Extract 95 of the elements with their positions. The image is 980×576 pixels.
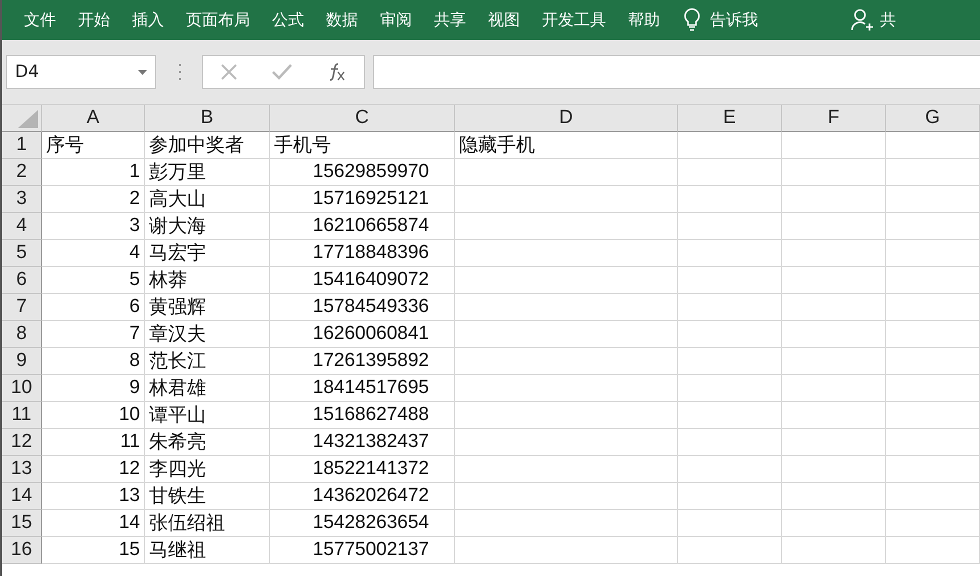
table-cell: 林莽 bbox=[145, 267, 270, 294]
table-cell: 3 bbox=[42, 213, 145, 240]
ribbon-tab[interactable]: 审阅 bbox=[380, 10, 412, 30]
column-header[interactable]: E bbox=[678, 105, 782, 132]
row-header[interactable]: 9 bbox=[2, 348, 42, 375]
ribbon-tab[interactable]: 共享 bbox=[434, 10, 466, 30]
row-header[interactable]: 16 bbox=[2, 537, 42, 564]
table-cell: 17718848396 bbox=[270, 240, 455, 267]
corner-triangle-icon[interactable] bbox=[18, 110, 38, 128]
table-cell: 6 bbox=[42, 294, 145, 321]
select-all-corner[interactable] bbox=[2, 105, 42, 132]
table-cell: 手机号 bbox=[270, 132, 455, 159]
row-header[interactable]: 2 bbox=[2, 159, 42, 186]
table-cell: 15428263654 bbox=[270, 510, 455, 537]
formula-input[interactable] bbox=[373, 55, 980, 89]
table-cell: 15784549336 bbox=[270, 294, 455, 321]
ribbon-tab[interactable]: 页面布局 bbox=[186, 10, 250, 30]
table-cell: 18522141372 bbox=[270, 456, 455, 483]
row-header[interactable]: 5 bbox=[2, 240, 42, 267]
table-cell: 谢大海 bbox=[145, 213, 270, 240]
table-cell: 高大山 bbox=[145, 186, 270, 213]
table-cell: 1 bbox=[42, 159, 145, 186]
table-cell: 甘铁生 bbox=[145, 483, 270, 510]
table-cell: 谭平山 bbox=[145, 402, 270, 429]
table-cell: 隐藏手机 bbox=[455, 132, 678, 159]
column-header[interactable]: A bbox=[42, 105, 145, 132]
table-cell: 13 bbox=[42, 483, 145, 510]
table-cell: 7 bbox=[42, 321, 145, 348]
table-cell: 彭万里 bbox=[145, 159, 270, 186]
dropdown-caret-icon[interactable] bbox=[138, 70, 147, 74]
row-header[interactable]: 8 bbox=[2, 321, 42, 348]
table-cell: 16210665874 bbox=[270, 213, 455, 240]
table-cell: 黄强辉 bbox=[145, 294, 270, 321]
ribbon-tab[interactable]: 公式 bbox=[272, 10, 304, 30]
row-header[interactable]: 4 bbox=[2, 213, 42, 240]
table-cell: 14 bbox=[42, 510, 145, 537]
row-header[interactable]: 3 bbox=[2, 186, 42, 213]
row-header[interactable]: 10 bbox=[2, 375, 42, 402]
table-cell: 10 bbox=[42, 402, 145, 429]
ribbon-tab[interactable]: 开发工具 bbox=[542, 10, 606, 30]
row-header[interactable]: 11 bbox=[2, 402, 42, 429]
table-cell: 14362026472 bbox=[270, 483, 455, 510]
table-cell: 15716925121 bbox=[270, 186, 455, 213]
ribbon-tab[interactable]: 视图 bbox=[488, 10, 520, 30]
table-cell: 18414517695 bbox=[270, 375, 455, 402]
grip-dots-icon bbox=[178, 63, 182, 81]
column-header[interactable]: G bbox=[886, 105, 980, 132]
share-button[interactable]: 共 bbox=[880, 10, 896, 30]
table-cell: 2 bbox=[42, 186, 145, 213]
table-cell: 15 bbox=[42, 537, 145, 564]
column-header[interactable]: B bbox=[145, 105, 270, 132]
checkmark-icon[interactable] bbox=[272, 64, 292, 80]
ribbon-tab[interactable]: 文件 bbox=[24, 10, 56, 30]
ribbon-tab[interactable]: 开始 bbox=[78, 10, 110, 30]
table-cell: 马继祖 bbox=[145, 537, 270, 564]
ribbon-tab[interactable]: 插入 bbox=[132, 10, 164, 30]
table-cell: 章汉夫 bbox=[145, 321, 270, 348]
table-cell: 9 bbox=[42, 375, 145, 402]
table-cell: 张伍绍祖 bbox=[145, 510, 270, 537]
table-cell: 17261395892 bbox=[270, 348, 455, 375]
ribbon-tab[interactable]: 帮助 bbox=[628, 10, 660, 30]
column-header[interactable]: C bbox=[270, 105, 455, 132]
table-cell: 12 bbox=[42, 456, 145, 483]
person-add-icon[interactable] bbox=[850, 8, 874, 32]
table-cell: 马宏宇 bbox=[145, 240, 270, 267]
row-header[interactable]: 15 bbox=[2, 510, 42, 537]
lightbulb-icon[interactable] bbox=[684, 8, 700, 32]
tell-me-link[interactable]: 告诉我 bbox=[710, 10, 758, 30]
table-cell: 14321382437 bbox=[270, 429, 455, 456]
row-header[interactable]: 7 bbox=[2, 294, 42, 321]
row-header[interactable]: 6 bbox=[2, 267, 42, 294]
table-cell: 4 bbox=[42, 240, 145, 267]
column-header[interactable]: D bbox=[455, 105, 678, 132]
row-header[interactable]: 13 bbox=[2, 456, 42, 483]
table-cell: 15168627488 bbox=[270, 402, 455, 429]
table-cell: 参加中奖者 bbox=[145, 132, 270, 159]
table-cell: 林君雄 bbox=[145, 375, 270, 402]
name-box[interactable]: D4 bbox=[6, 55, 156, 89]
table-cell: 范长江 bbox=[145, 348, 270, 375]
row-header[interactable]: 1 bbox=[2, 132, 42, 159]
table-cell: 朱希亮 bbox=[145, 429, 270, 456]
row-header[interactable]: 12 bbox=[2, 429, 42, 456]
table-cell: 15416409072 bbox=[270, 267, 455, 294]
table-cell: 5 bbox=[42, 267, 145, 294]
table-cell: 8 bbox=[42, 348, 145, 375]
table-cell: 15629859970 bbox=[270, 159, 455, 186]
table-cell: 序号 bbox=[42, 132, 145, 159]
cancel-icon[interactable] bbox=[220, 63, 238, 81]
row-header[interactable]: 14 bbox=[2, 483, 42, 510]
table-cell: 11 bbox=[42, 429, 145, 456]
table-cell: 15775002137 bbox=[270, 537, 455, 564]
table-cell: 16260060841 bbox=[270, 321, 455, 348]
ribbon-tab[interactable]: 数据 bbox=[326, 10, 358, 30]
table-cell: 李四光 bbox=[145, 456, 270, 483]
column-header[interactable]: F bbox=[782, 105, 886, 132]
